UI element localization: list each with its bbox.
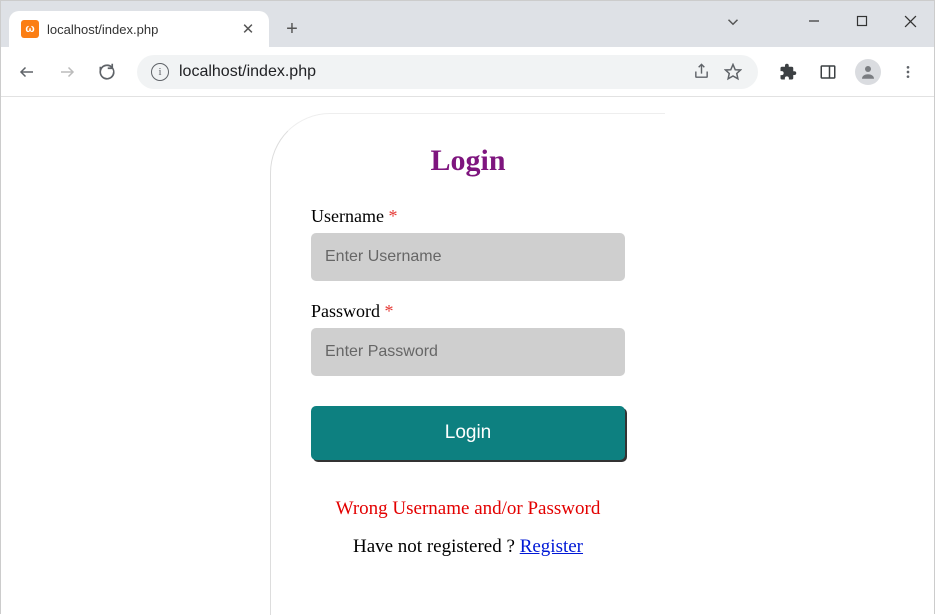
profile-avatar[interactable] bbox=[852, 56, 884, 88]
close-window-button[interactable] bbox=[886, 1, 934, 41]
browser-toolbar: i localhost/index.php bbox=[1, 47, 934, 97]
required-mark: * bbox=[385, 301, 394, 321]
required-mark: * bbox=[388, 206, 397, 226]
site-info-icon[interactable]: i bbox=[151, 63, 169, 81]
password-label: Password * bbox=[311, 301, 625, 322]
minimize-button[interactable] bbox=[790, 1, 838, 41]
menu-button[interactable] bbox=[892, 56, 924, 88]
maximize-button[interactable] bbox=[838, 1, 886, 41]
page-title: Login bbox=[311, 144, 625, 178]
new-tab-button[interactable]: + bbox=[277, 14, 307, 44]
password-label-text: Password bbox=[311, 301, 380, 321]
bookmark-star-icon[interactable] bbox=[722, 63, 744, 81]
register-link[interactable]: Register bbox=[520, 536, 583, 557]
register-prompt-text: Have not registered ? bbox=[353, 536, 520, 557]
browser-tab[interactable]: ω localhost/index.php ✕ bbox=[9, 11, 269, 47]
error-message: Wrong Username and/or Password bbox=[311, 498, 625, 520]
xampp-favicon-icon: ω bbox=[21, 20, 39, 38]
avatar-icon bbox=[855, 59, 881, 85]
reload-button[interactable] bbox=[91, 56, 123, 88]
tab-strip: ω localhost/index.php ✕ + bbox=[1, 1, 934, 47]
page-content: Login Username * Password * Login Wrong … bbox=[1, 97, 934, 615]
sidepanel-icon[interactable] bbox=[812, 56, 844, 88]
tab-title: localhost/index.php bbox=[47, 22, 231, 37]
username-input[interactable] bbox=[311, 233, 625, 281]
register-prompt: Have not registered ? Register bbox=[311, 536, 625, 558]
extensions-icon[interactable] bbox=[772, 56, 804, 88]
username-label-text: Username bbox=[311, 206, 384, 226]
login-card: Login Username * Password * Login Wrong … bbox=[270, 113, 665, 615]
username-label: Username * bbox=[311, 206, 625, 227]
forward-button[interactable] bbox=[51, 56, 83, 88]
share-icon[interactable] bbox=[690, 63, 712, 80]
back-button[interactable] bbox=[11, 56, 43, 88]
tab-search-icon[interactable] bbox=[724, 13, 742, 36]
url-text: localhost/index.php bbox=[179, 63, 680, 81]
password-input[interactable] bbox=[311, 328, 625, 376]
window-controls bbox=[790, 1, 934, 41]
close-tab-button[interactable]: ✕ bbox=[239, 20, 257, 38]
address-bar[interactable]: i localhost/index.php bbox=[137, 55, 758, 89]
login-button[interactable]: Login bbox=[311, 406, 625, 460]
